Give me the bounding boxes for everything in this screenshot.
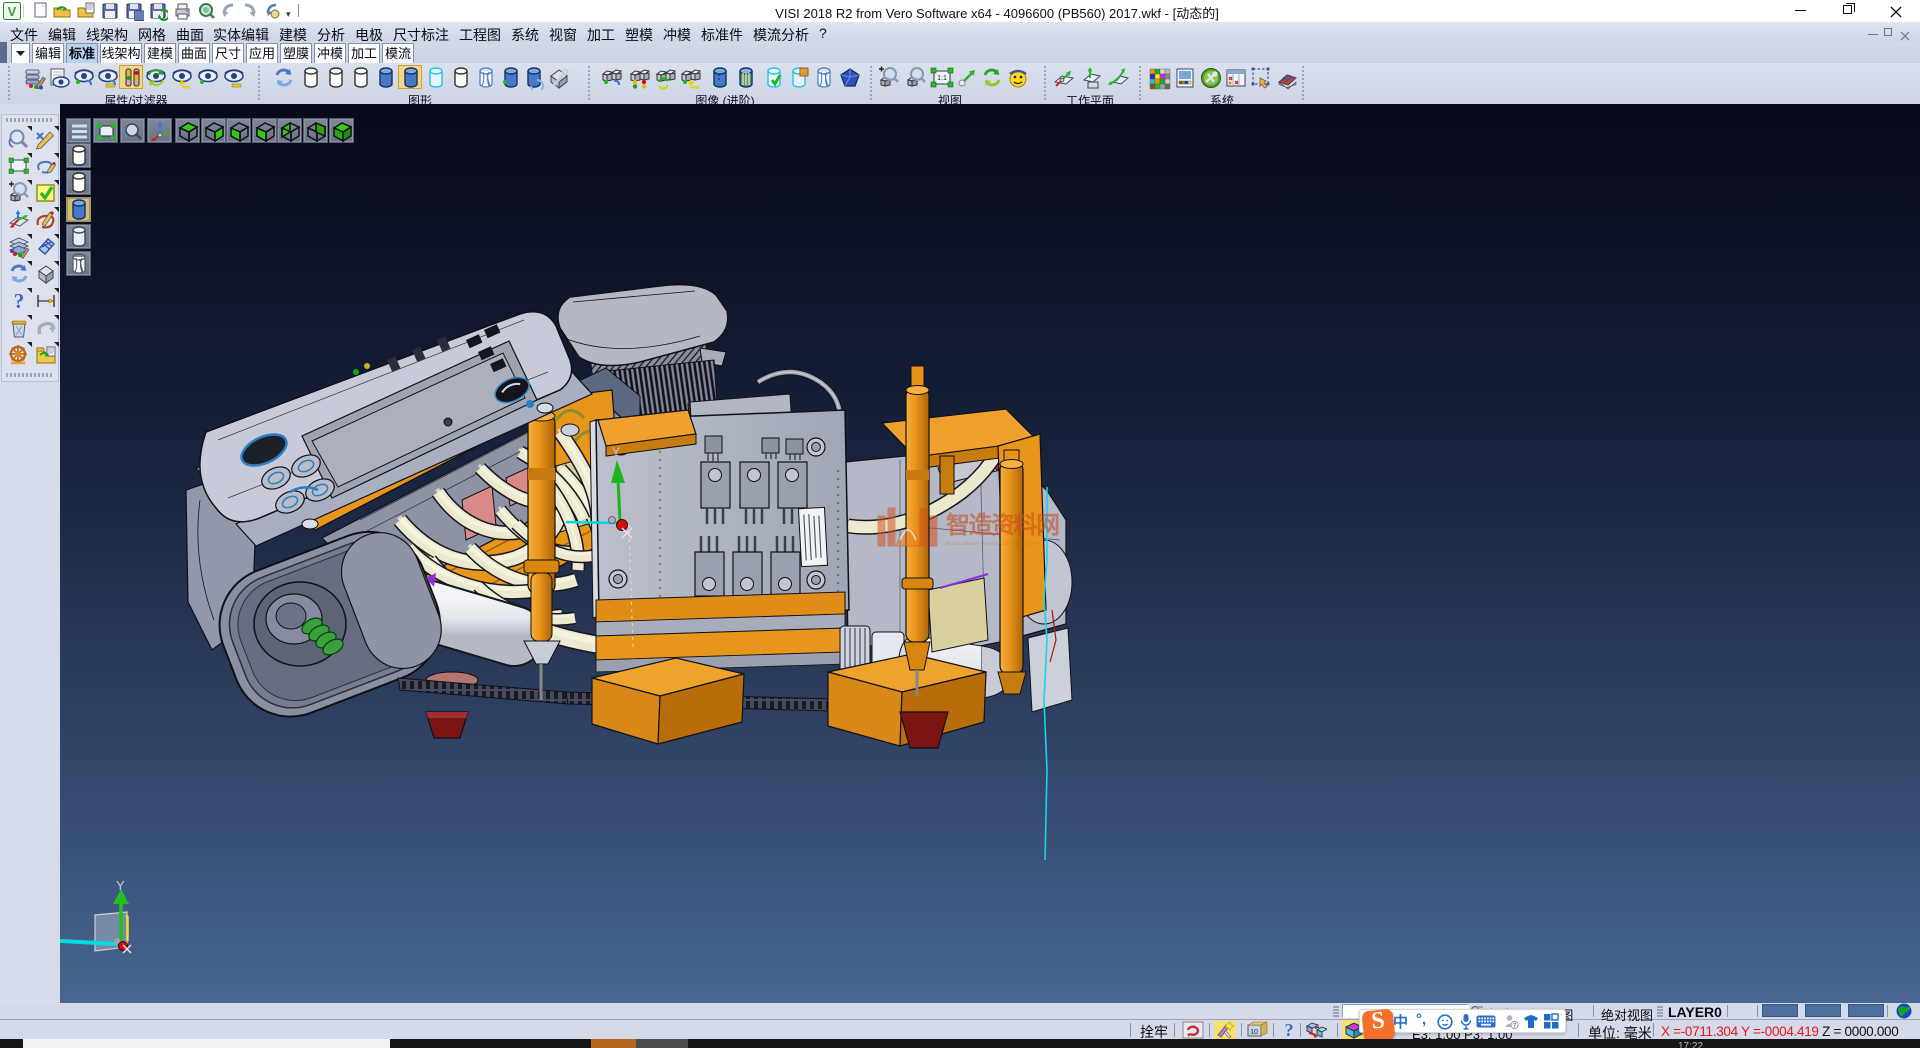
svg-text:10: 10 xyxy=(1250,1029,1258,1036)
svg-text:?: ? xyxy=(14,289,25,313)
svg-text:V: V xyxy=(8,4,17,19)
svg-text:?: ? xyxy=(1285,1020,1294,1039)
svg-text:1:1: 1:1 xyxy=(937,75,947,82)
svg-text:Y: Y xyxy=(116,878,125,893)
svg-text:INTELLIGENT MANUFACTURING DATA: INTELLIGENT MANUFACTURING DATA xyxy=(946,541,1040,547)
svg-text:智造资料网: 智造资料网 xyxy=(946,511,1059,539)
svg-text:Y: Y xyxy=(612,445,620,459)
svg-text:7: 7 xyxy=(1513,1023,1517,1030)
